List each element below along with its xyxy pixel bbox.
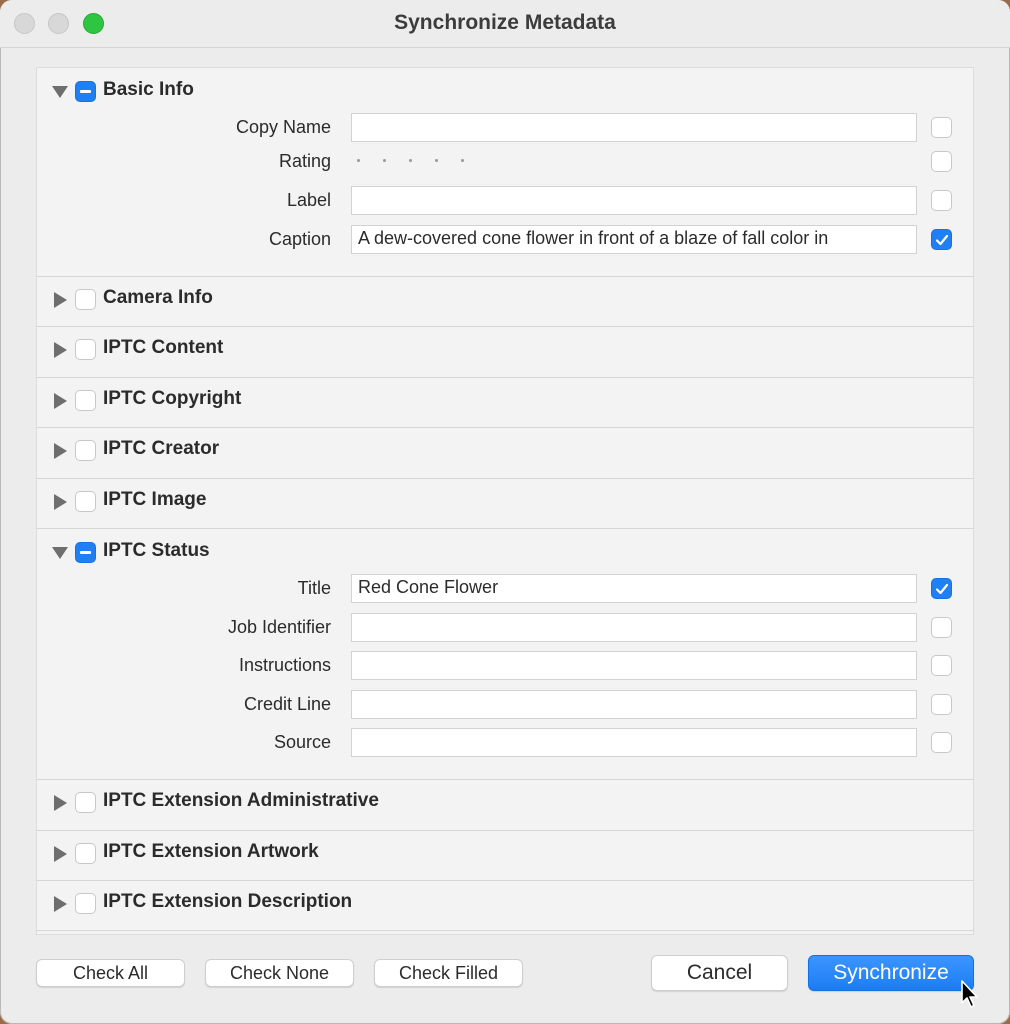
- triangle-down-icon[interactable]: [51, 544, 69, 562]
- basic-info-checkbox[interactable]: [75, 81, 96, 102]
- group-label: Camera Info: [103, 287, 213, 308]
- cancel-button[interactable]: Cancel: [651, 955, 788, 991]
- group-label: Basic Info: [103, 79, 194, 100]
- triangle-right-icon[interactable]: [51, 392, 69, 410]
- label-checkbox[interactable]: [931, 190, 952, 211]
- field-label: Title: [297, 578, 331, 598]
- window-title: Synchronize Metadata: [394, 11, 616, 34]
- group-iptc-image[interactable]: IPTC Image: [37, 478, 973, 528]
- triangle-down-icon[interactable]: [51, 83, 69, 101]
- source-field[interactable]: [351, 728, 917, 757]
- copy-name-checkbox[interactable]: [931, 117, 952, 138]
- triangle-right-icon[interactable]: [51, 442, 69, 460]
- group-camera-info[interactable]: Camera Info: [37, 276, 973, 326]
- group-label: IPTC Extension Administrative: [103, 790, 379, 811]
- group-iptc-copyright[interactable]: IPTC Copyright: [37, 377, 973, 427]
- field-label: Instructions: [238, 655, 331, 675]
- triangle-right-icon[interactable]: [51, 291, 69, 309]
- arrow-cursor-icon: [960, 980, 980, 1010]
- group-label: IPTC Extension Description: [103, 891, 353, 912]
- camera-info-checkbox[interactable]: [75, 289, 96, 310]
- caption-field[interactable]: A dew-covered cone flower in front of a …: [351, 225, 917, 254]
- triangle-right-icon[interactable]: [51, 845, 69, 863]
- field-label: Rating: [278, 151, 331, 171]
- triangle-right-icon[interactable]: [51, 341, 69, 359]
- credit-line-checkbox[interactable]: [931, 694, 952, 715]
- copy-name-field[interactable]: [351, 113, 917, 142]
- triangle-right-icon[interactable]: [51, 895, 69, 913]
- triangle-right-icon[interactable]: [51, 794, 69, 812]
- group-label: IPTC Creator: [103, 438, 220, 459]
- group-basic-info[interactable]: Basic Info: [37, 68, 973, 118]
- rating-checkbox[interactable]: [931, 151, 952, 172]
- group-label: IPTC Image: [103, 489, 207, 510]
- group-label: IPTC Status: [103, 540, 210, 561]
- iptc-extension-administrative-checkbox[interactable]: [75, 792, 96, 813]
- checkmark-icon: [935, 583, 949, 595]
- field-label: Credit Line: [243, 694, 331, 714]
- divider: [37, 930, 973, 931]
- group-iptc-status[interactable]: IPTC Status: [37, 529, 973, 579]
- group-label: IPTC Content: [103, 337, 224, 358]
- field-label: Caption: [268, 229, 331, 249]
- metadata-panel: Basic Info Copy Name Rating Label Captio…: [36, 67, 974, 935]
- iptc-status-checkbox[interactable]: [75, 542, 96, 563]
- instructions-field[interactable]: [351, 651, 917, 680]
- group-iptc-extension-administrative[interactable]: IPTC Extension Administrative: [37, 779, 973, 829]
- iptc-extension-artwork-checkbox[interactable]: [75, 843, 96, 864]
- synchronize-button[interactable]: Synchronize: [808, 955, 974, 991]
- check-filled-button[interactable]: Check Filled: [374, 959, 523, 987]
- iptc-extension-description-checkbox[interactable]: [75, 893, 96, 914]
- job-identifier-field[interactable]: [351, 613, 917, 642]
- group-iptc-creator[interactable]: IPTC Creator: [37, 427, 973, 477]
- checkmark-icon: [935, 234, 949, 246]
- title-bar: Synchronize Metadata: [0, 0, 1010, 48]
- credit-line-field[interactable]: [351, 690, 917, 719]
- iptc-image-checkbox[interactable]: [75, 491, 96, 512]
- group-iptc-extension-artwork[interactable]: IPTC Extension Artwork: [37, 830, 973, 880]
- source-checkbox[interactable]: [931, 732, 952, 753]
- group-iptc-content[interactable]: IPTC Content: [37, 326, 973, 376]
- title-checkbox[interactable]: [931, 578, 952, 599]
- title-field[interactable]: Red Cone Flower: [351, 574, 917, 603]
- field-label: Source: [273, 732, 331, 752]
- rating-stars[interactable]: [357, 152, 487, 172]
- field-label: Copy Name: [235, 117, 331, 137]
- synchronize-metadata-window: Synchronize Metadata Basic Info Copy Nam…: [0, 0, 1010, 1024]
- caption-checkbox[interactable]: [931, 229, 952, 250]
- instructions-checkbox[interactable]: [931, 655, 952, 676]
- group-label: IPTC Extension Artwork: [103, 841, 319, 862]
- group-iptc-extension-description[interactable]: IPTC Extension Description: [37, 880, 973, 930]
- iptc-creator-checkbox[interactable]: [75, 440, 96, 461]
- job-identifier-checkbox[interactable]: [931, 617, 952, 638]
- check-none-button[interactable]: Check None: [205, 959, 354, 987]
- iptc-content-checkbox[interactable]: [75, 339, 96, 360]
- field-label: Label: [286, 190, 331, 210]
- label-field[interactable]: [351, 186, 917, 215]
- field-label: Job Identifier: [227, 617, 331, 637]
- iptc-copyright-checkbox[interactable]: [75, 390, 96, 411]
- check-all-button[interactable]: Check All: [36, 959, 185, 987]
- triangle-right-icon[interactable]: [51, 493, 69, 511]
- group-label: IPTC Copyright: [103, 388, 242, 409]
